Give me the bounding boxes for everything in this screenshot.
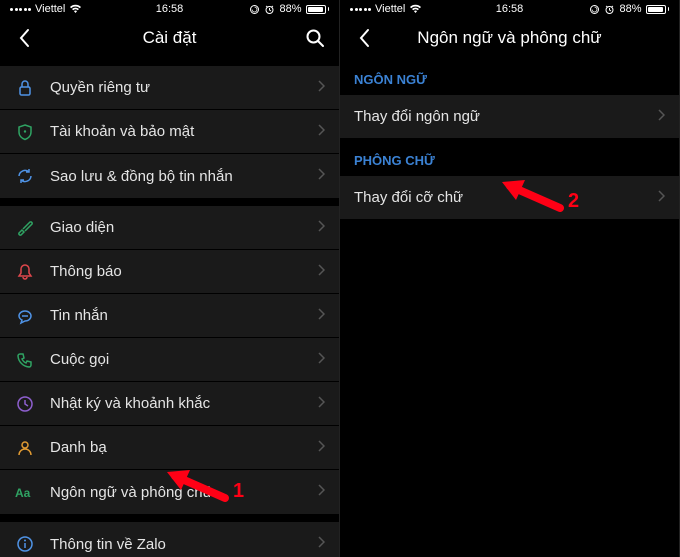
info-icon: [14, 533, 36, 555]
status-time: 16:58: [156, 3, 184, 15]
sync-icon: [14, 165, 36, 187]
brush-icon: [14, 217, 36, 239]
menu-label: Thông báo: [50, 263, 317, 280]
contact-icon: [14, 437, 36, 459]
menu-item-about[interactable]: Thông tin về Zalo: [0, 522, 339, 557]
menu-item-privacy[interactable]: Quyền riêng tư: [0, 66, 339, 110]
chevron-right-icon: [317, 395, 325, 413]
status-bar: Viettel 16:58 88%: [0, 0, 339, 18]
carrier-label: Viettel: [375, 3, 405, 15]
menu-item-notifications[interactable]: Thông báo: [0, 250, 339, 294]
section-header-language: NGÔN NGỮ: [340, 58, 679, 95]
svg-text:Aa: Aa: [15, 486, 31, 500]
alarm-icon: [264, 4, 275, 15]
navigation-bar: Ngôn ngữ và phông chữ: [340, 18, 679, 58]
battery-icon: [646, 5, 670, 14]
clock-icon: [14, 393, 36, 415]
chevron-right-icon: [317, 351, 325, 369]
bell-icon: [14, 261, 36, 283]
menu-label: Thay đổi cỡ chữ: [354, 189, 657, 206]
phone-icon: [14, 349, 36, 371]
settings-group-privacy: Quyền riêng tư Tài khoản và bảo mật Sao …: [0, 66, 339, 198]
signal-strength-icon: [10, 8, 31, 11]
font-icon: Aa: [14, 481, 36, 503]
menu-label: Danh bạ: [50, 439, 317, 456]
status-bar: Viettel 16:58 88%: [340, 0, 679, 18]
battery-icon: [306, 5, 330, 14]
section-header-font: PHÔNG CHỮ: [340, 139, 679, 176]
menu-label: Thay đổi ngôn ngữ: [354, 108, 657, 125]
settings-screen: Viettel 16:58 88% Cài đặt Quyền riêng tư…: [0, 0, 340, 557]
lock-icon: [14, 77, 36, 99]
menu-item-language-font[interactable]: Aa Ngôn ngữ và phông chữ: [0, 470, 339, 514]
menu-label: Nhật ký và khoảnh khắc: [50, 395, 317, 412]
rotation-lock-icon: [589, 4, 600, 15]
page-title: Cài đặt: [143, 28, 197, 48]
menu-label: Tin nhắn: [50, 307, 317, 324]
menu-label: Giao diện: [50, 219, 317, 236]
carrier-label: Viettel: [35, 3, 65, 15]
chevron-right-icon: [317, 167, 325, 185]
menu-item-change-language[interactable]: Thay đổi ngôn ngữ: [340, 95, 679, 139]
battery-percent: 88%: [619, 3, 641, 15]
menu-label: Tài khoản và bảo mật: [50, 123, 317, 140]
menu-label: Cuộc gọi: [50, 351, 317, 368]
menu-label: Thông tin về Zalo: [50, 536, 317, 553]
rotation-lock-icon: [249, 4, 260, 15]
signal-strength-icon: [350, 8, 371, 11]
chevron-right-icon: [317, 263, 325, 281]
menu-item-theme[interactable]: Giao diện: [0, 206, 339, 250]
chevron-right-icon: [317, 483, 325, 501]
status-time: 16:58: [496, 3, 524, 15]
menu-label: Ngôn ngữ và phông chữ: [50, 484, 317, 501]
search-button[interactable]: [303, 26, 327, 50]
alarm-icon: [604, 4, 615, 15]
menu-item-calls[interactable]: Cuộc gọi: [0, 338, 339, 382]
back-button[interactable]: [352, 26, 376, 50]
menu-item-change-font-size[interactable]: Thay đổi cỡ chữ: [340, 176, 679, 220]
chevron-right-icon: [317, 307, 325, 325]
battery-percent: 88%: [279, 3, 301, 15]
language-font-screen: Viettel 16:58 88% Ngôn ngữ và phông chữ …: [340, 0, 680, 557]
chevron-right-icon: [317, 219, 325, 237]
menu-item-messages[interactable]: Tin nhắn: [0, 294, 339, 338]
menu-item-account-security[interactable]: Tài khoản và bảo mật: [0, 110, 339, 154]
settings-group-general: Giao diện Thông báo Tin nhắn Cuộc gọi Nh…: [0, 206, 339, 514]
wifi-icon: [69, 4, 82, 14]
shield-icon: [14, 121, 36, 143]
chevron-right-icon: [317, 439, 325, 457]
page-title: Ngôn ngữ và phông chữ: [417, 28, 601, 48]
menu-item-timeline[interactable]: Nhật ký và khoảnh khắc: [0, 382, 339, 426]
menu-label: Quyền riêng tư: [50, 79, 317, 96]
chevron-right-icon: [317, 535, 325, 553]
wifi-icon: [409, 4, 422, 14]
back-button[interactable]: [12, 26, 36, 50]
chat-icon: [14, 305, 36, 327]
menu-item-contacts[interactable]: Danh bạ: [0, 426, 339, 470]
chevron-right-icon: [317, 123, 325, 141]
chevron-right-icon: [657, 108, 665, 126]
settings-group-about: Thông tin về Zalo: [0, 522, 339, 557]
menu-label: Sao lưu & đồng bộ tin nhắn: [50, 168, 317, 185]
chevron-right-icon: [657, 189, 665, 207]
navigation-bar: Cài đặt: [0, 18, 339, 58]
menu-item-backup-sync[interactable]: Sao lưu & đồng bộ tin nhắn: [0, 154, 339, 198]
chevron-right-icon: [317, 79, 325, 97]
